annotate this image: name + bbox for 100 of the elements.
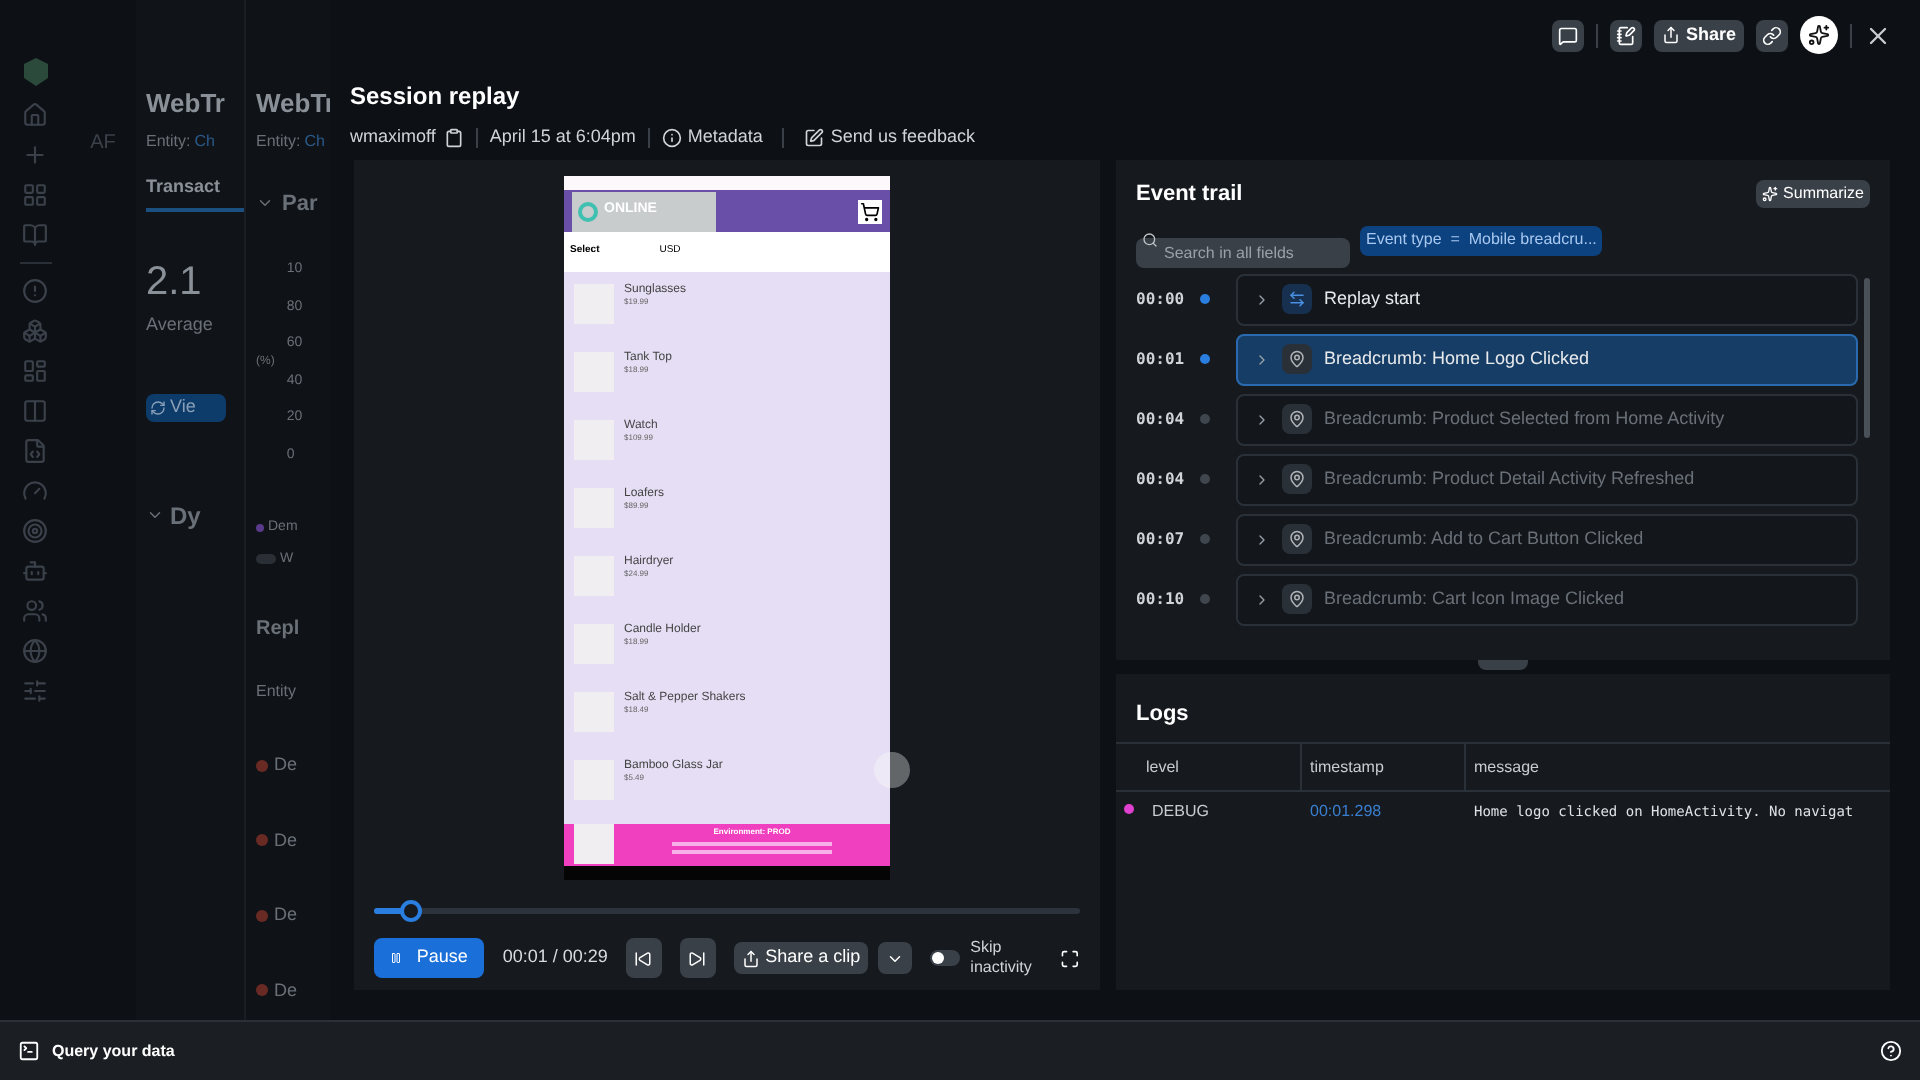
event-time: 00:04 <box>1136 467 1187 491</box>
panel-title: Logs <box>1134 700 1191 730</box>
chevron-icon[interactable] <box>146 506 164 524</box>
page-title: WebTr <box>146 86 227 122</box>
touch-indicator <box>874 752 910 789</box>
status-icon <box>256 759 268 772</box>
session-date: April 15 at 6:04pm <box>489 124 636 150</box>
pin-icon <box>1282 584 1312 614</box>
share-icon <box>1661 26 1680 44</box>
fullscreen-icon[interactable] <box>1060 947 1080 969</box>
search-icon <box>1142 232 1158 248</box>
event-time: 00:00 <box>1136 287 1187 311</box>
link-button[interactable] <box>1756 19 1788 51</box>
event-row[interactable]: Breadcrumb: Product Selected from Home Activity <box>1236 393 1858 445</box>
link-icon <box>1762 25 1782 45</box>
metadata-button[interactable]: Metadata <box>661 124 763 151</box>
event-row[interactable]: Replay start <box>1236 273 1858 325</box>
event-row[interactable]: Breadcrumb: Home Logo Clicked <box>1236 333 1858 385</box>
pin-icon <box>1282 464 1312 494</box>
section-title: Par <box>282 189 318 219</box>
event-label: Breadcrumb: Product Selected from Home Activity <box>1324 405 1725 432</box>
skip-back-icon <box>634 949 653 967</box>
cart-icon[interactable] <box>858 199 882 224</box>
logo-icon <box>19 56 51 88</box>
filter-chip[interactable]: Event type = Mobile breadcru... <box>1360 225 1603 255</box>
chevron-icon <box>1254 291 1270 307</box>
table-cell-text: De <box>274 752 298 778</box>
next-button[interactable] <box>679 938 716 978</box>
column-header: message <box>1474 755 1539 779</box>
status-icon <box>256 909 268 922</box>
column-header: Entity <box>256 680 299 704</box>
section-title: Repl <box>256 616 302 644</box>
column-header: timestamp <box>1310 755 1384 779</box>
info-icon <box>661 127 682 148</box>
refresh-icon <box>150 399 166 415</box>
entity-label: Entity: <box>146 129 191 153</box>
clipboard-icon[interactable] <box>443 127 464 148</box>
feedback-button[interactable]: Send us feedback <box>804 124 975 151</box>
dropdown-button[interactable] <box>878 942 913 974</box>
notes-button[interactable] <box>1609 19 1642 51</box>
sparkle-icon <box>1808 24 1830 46</box>
search-field[interactable]: Search in all fields <box>1136 237 1350 267</box>
table-cell-text: De <box>274 827 298 853</box>
skip-toggle[interactable] <box>930 950 961 966</box>
share-button[interactable]: Share <box>1653 19 1744 51</box>
help-icon[interactable] <box>1880 1040 1902 1062</box>
pause-button[interactable]: Pause <box>374 938 485 978</box>
panel-title: Event trail <box>1136 180 1243 210</box>
log-level: DEBUG <box>1152 800 1209 824</box>
previous-button[interactable] <box>625 938 662 978</box>
table-cell-text: De <box>274 977 298 1003</box>
event-label: Breadcrumb: Home Logo Clicked <box>1324 345 1590 372</box>
event-row[interactable]: Breadcrumb: Add to Cart Button Clicked <box>1236 513 1858 565</box>
chevron-icon <box>1254 531 1270 547</box>
skip-forward-icon <box>688 949 707 967</box>
status-icon <box>256 834 268 847</box>
event-time: 00:10 <box>1136 587 1187 611</box>
resize-handle[interactable] <box>1478 660 1528 670</box>
comment-button[interactable] <box>1551 19 1584 51</box>
log-timestamp: 00:01.298 <box>1310 802 1382 820</box>
assistant-button[interactable] <box>1800 16 1838 54</box>
event-row[interactable]: Breadcrumb: Product Detail Activity Refreshed <box>1236 453 1858 505</box>
replay-icon <box>1282 284 1312 314</box>
table-cell-text: De <box>274 902 298 928</box>
user-name: wmaximoff <box>350 124 436 150</box>
pause-icon <box>390 952 403 964</box>
chevron-icon <box>1254 591 1270 607</box>
share-clip-button[interactable]: Share a clip <box>733 942 869 974</box>
event-label: Replay start <box>1324 285 1421 312</box>
event-label: Breadcrumb: Add to Cart Button Clicked <box>1324 525 1644 552</box>
note-icon <box>1615 25 1636 45</box>
metric-value: 2.1 <box>146 258 204 308</box>
event-label: Breadcrumb: Product Detail Activity Refreshed <box>1324 465 1695 492</box>
metric-label: Average <box>146 312 215 338</box>
view-button[interactable]: Vie <box>146 393 226 421</box>
playback-time: 00:01 / 00:29 <box>502 944 608 971</box>
pin-icon <box>1282 404 1312 434</box>
summarize-button[interactable]: Summarize <box>1755 180 1870 209</box>
comment-icon <box>1557 25 1578 45</box>
toggle-switch[interactable] <box>256 554 276 565</box>
chevron-icon <box>1254 351 1270 367</box>
scrollbar-thumb[interactable] <box>1864 277 1870 437</box>
entity-label: Entity: <box>256 129 301 153</box>
product-photo <box>574 824 614 865</box>
sparkle-icon <box>1761 186 1778 203</box>
skip-label: Skip inactivity <box>970 938 1034 978</box>
pin-icon <box>1282 524 1312 554</box>
chevron-icon <box>1254 471 1270 487</box>
pin-icon <box>1282 344 1312 374</box>
page-title: WebTr <box>256 86 330 122</box>
event-time: 00:01 <box>1136 347 1187 371</box>
chevron-icon <box>1254 411 1270 427</box>
terminal-icon[interactable] <box>18 1040 40 1062</box>
event-time: 00:07 <box>1136 527 1187 551</box>
event-time: 00:04 <box>1136 407 1187 431</box>
column-header: level <box>1146 755 1179 779</box>
status-icon <box>256 984 268 997</box>
event-row[interactable]: Breadcrumb: Cart Icon Image Clicked <box>1236 573 1858 625</box>
seek-thumb[interactable] <box>399 899 422 921</box>
feedback-icon <box>804 127 825 148</box>
